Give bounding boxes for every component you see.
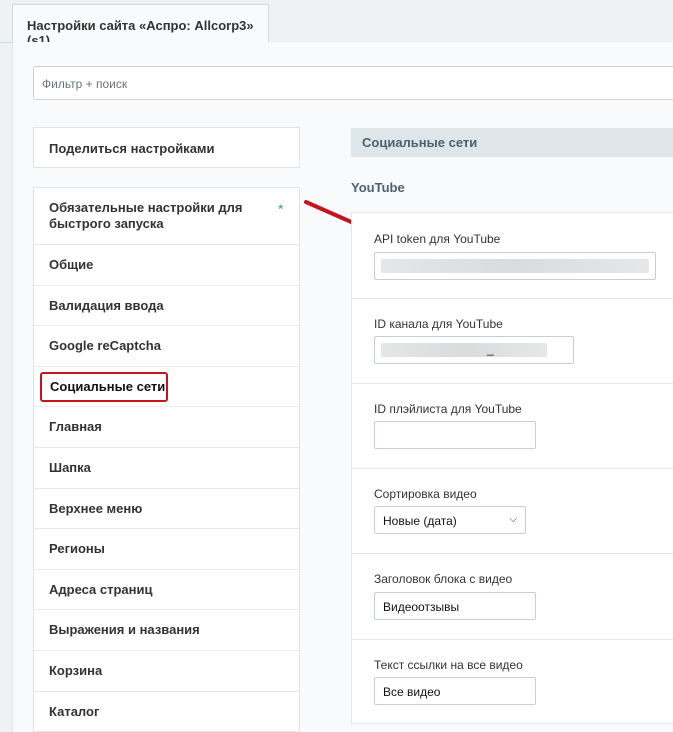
menu-item-top-menu[interactable]: Верхнее меню: [34, 489, 299, 530]
redacted-value: [381, 259, 649, 273]
block-title-input[interactable]: Видеоотзывы: [374, 592, 536, 620]
menu-item-social-networks[interactable]: Социальные сети: [34, 367, 299, 408]
search-input[interactable]: Фильтр + поиск: [33, 66, 673, 100]
field-api-token: API token для YouTube: [352, 213, 673, 299]
field-label: Текст ссылки на все видео: [374, 658, 523, 672]
menu-item-page-addresses[interactable]: Адреса страниц: [34, 570, 299, 611]
all-videos-link-input[interactable]: Все видео: [374, 677, 536, 705]
share-settings-button[interactable]: Поделиться настройками: [33, 127, 300, 168]
input-value: _: [487, 342, 494, 356]
menu-item-regions[interactable]: Регионы: [34, 529, 299, 570]
social-fields-box: API token для YouTube ID канала для YouT…: [351, 212, 673, 724]
menu-item-highlight: Социальные сети: [40, 371, 168, 402]
section-subtitle: YouTube: [351, 180, 405, 195]
redacted-value: [381, 343, 547, 357]
menu-item-cart[interactable]: Корзина: [34, 651, 299, 692]
field-block-title: Заголовок блока с видео Видеоотзывы: [352, 554, 673, 640]
menu-item-recaptcha[interactable]: Google reCaptcha: [34, 326, 299, 367]
select-value: Новые (дата): [383, 514, 457, 528]
field-channel-id: ID канала для YouTube _: [352, 299, 673, 384]
field-label: API token для YouTube: [374, 232, 501, 246]
menu-item-label: Обязательные настройки для быстрого запу…: [49, 200, 243, 231]
video-sort-select[interactable]: Новые (дата) ⌵: [374, 506, 526, 534]
required-star-icon: *: [278, 202, 283, 216]
field-playlist-id: ID плэйлиста для YouTube: [352, 384, 673, 469]
field-label: Сортировка видео: [374, 487, 477, 501]
channel-id-input[interactable]: _: [374, 336, 574, 364]
menu-item-general[interactable]: Общие: [34, 245, 299, 286]
chevron-down-icon: ⌵: [509, 514, 517, 525]
field-video-sort: Сортировка видео Новые (дата) ⌵: [352, 469, 673, 554]
section-title: Социальные сети: [351, 128, 673, 157]
field-label: ID плэйлиста для YouTube: [374, 402, 522, 416]
menu-item-main[interactable]: Главная: [34, 407, 299, 448]
field-label: ID канала для YouTube: [374, 317, 503, 331]
field-all-videos-link: Текст ссылки на все видео Все видео: [352, 640, 673, 724]
field-label: Заголовок блока с видео: [374, 572, 513, 586]
tab-bar: Настройки сайта «Аспро: Allcorp3» (s1): [0, 0, 673, 48]
menu-item-required-settings[interactable]: Обязательные настройки для быстрого запу…: [34, 188, 299, 245]
menu-item-phrases[interactable]: Выражения и названия: [34, 610, 299, 651]
tab-site-settings[interactable]: Настройки сайта «Аспро: Allcorp3» (s1): [12, 4, 269, 48]
menu-item-catalog[interactable]: Каталог: [34, 692, 299, 732]
settings-menu: Обязательные настройки для быстрого запу…: [33, 187, 300, 732]
menu-item-input-validation[interactable]: Валидация ввода: [34, 286, 299, 327]
api-token-input[interactable]: [374, 252, 656, 280]
menu-item-header[interactable]: Шапка: [34, 448, 299, 489]
playlist-id-input[interactable]: [374, 421, 536, 449]
